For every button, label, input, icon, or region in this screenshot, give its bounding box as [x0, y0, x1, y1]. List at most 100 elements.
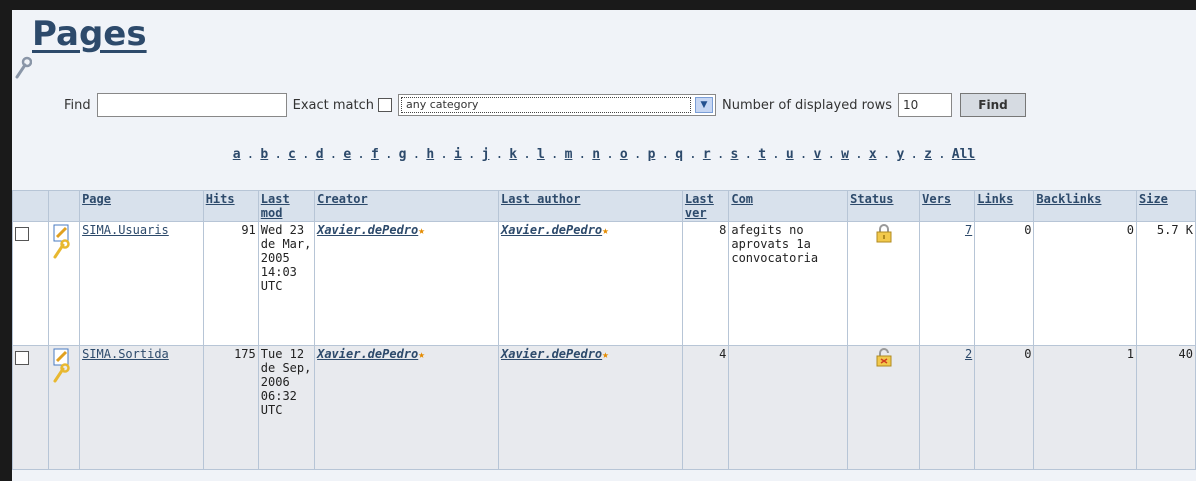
alphabet-separator: .	[523, 147, 531, 162]
alphabet-link-all[interactable]: All	[952, 147, 975, 162]
star-icon: ★	[602, 348, 609, 361]
row-select-cell	[12, 345, 50, 470]
find-input[interactable]	[96, 93, 287, 117]
com-cell	[728, 345, 849, 470]
star-icon: ★	[418, 224, 425, 237]
find-bar: Find Exact match any category ▼ Number o…	[64, 90, 1026, 120]
alphabet-separator: .	[495, 147, 504, 162]
header-last-ver[interactable]: Last ver	[681, 190, 730, 222]
vers-cell: 7	[919, 221, 976, 346]
alphabet-separator: .	[301, 147, 310, 162]
header-status[interactable]: Status	[847, 190, 921, 222]
alphabet-separator: .	[633, 147, 642, 162]
pages-table: Page Hits Last mod Creator Last author L…	[12, 190, 1196, 470]
alphabet-separator: .	[440, 147, 448, 162]
row-checkbox[interactable]	[15, 351, 29, 365]
exact-match-checkbox[interactable]	[378, 98, 393, 112]
alphabet-link-f[interactable]: f	[371, 147, 379, 162]
last-mod-cell: Wed 23 de Mar, 2005 14:03 UTC	[257, 221, 316, 346]
alphabet-link-x[interactable]: x	[869, 147, 877, 162]
edit-icon[interactable]	[51, 347, 73, 383]
chevron-down-icon[interactable]: ▼	[695, 97, 714, 113]
alphabet-separator: .	[246, 147, 255, 162]
header-last-author[interactable]: Last author	[498, 190, 683, 222]
table-header-row: Page Hits Last mod Creator Last author L…	[12, 190, 1196, 222]
size-cell: 5.7 K	[1136, 221, 1196, 346]
header-page[interactable]: Page	[79, 190, 204, 222]
page-link[interactable]: SIMA.Sortida	[82, 347, 169, 361]
alphabet-separator: .	[827, 147, 836, 162]
alphabet-separator: .	[578, 147, 587, 162]
last-ver-cell: 8	[681, 221, 730, 346]
status-cell	[847, 221, 921, 346]
last-author-cell: Xavier.dePedro★	[498, 221, 683, 346]
edit-icon[interactable]	[51, 223, 73, 259]
find-button[interactable]: Find	[960, 93, 1026, 117]
header-last-mod[interactable]: Last mod	[257, 190, 316, 222]
size-cell: 40	[1136, 345, 1196, 470]
alphabet-link-l[interactable]: l	[537, 147, 545, 162]
exact-match-label: Exact match	[292, 97, 375, 113]
versions-link[interactable]: 2	[965, 347, 972, 361]
row-actions-cell	[48, 345, 81, 470]
last-author-link[interactable]: Xavier.dePedro	[501, 347, 602, 361]
alphabet-link-z[interactable]: z	[924, 147, 932, 162]
header-links[interactable]: Links	[974, 190, 1035, 222]
rows-label: Number of displayed rows	[722, 97, 892, 113]
alphabet-link-w[interactable]: w	[841, 147, 849, 162]
backlinks-cell: 0	[1033, 221, 1137, 346]
alphabet-separator: .	[937, 147, 946, 162]
header-hits[interactable]: Hits	[202, 190, 259, 222]
header-size[interactable]: Size	[1136, 190, 1196, 222]
category-select[interactable]: any category ▼	[398, 94, 717, 116]
alphabet-link-i[interactable]: i	[454, 147, 462, 162]
header-com[interactable]: Com	[728, 190, 849, 222]
row-select-cell	[12, 221, 50, 346]
status-cell	[847, 345, 921, 470]
lock-closed-icon	[876, 224, 892, 243]
page-cell[interactable]: SIMA.Sortida	[79, 345, 204, 470]
row-checkbox[interactable]	[15, 227, 29, 241]
alphabet-link-e[interactable]: e	[343, 147, 351, 162]
header-creator[interactable]: Creator	[314, 190, 499, 222]
alphabet-link-h[interactable]: h	[426, 147, 434, 162]
hits-cell: 91	[202, 221, 259, 346]
alphabet-link-u[interactable]: u	[786, 147, 794, 162]
alphabet-link-c[interactable]: c	[288, 147, 296, 162]
com-cell: afegits no aprovats 1a convocatoria	[728, 221, 849, 346]
alphabet-link-t[interactable]: t	[758, 147, 766, 162]
versions-link[interactable]: 7	[965, 223, 972, 237]
alphabet-separator: .	[854, 147, 863, 162]
wrench-icon[interactable]	[14, 56, 32, 80]
creator-cell: Xavier.dePedro★	[314, 221, 499, 346]
page-link[interactable]: SIMA.Usuaris	[82, 223, 169, 237]
backlinks-cell: 1	[1033, 345, 1137, 470]
creator-link[interactable]: Xavier.dePedro	[317, 223, 418, 237]
last-author-cell: Xavier.dePedro★	[498, 345, 683, 470]
alphabet-link-n[interactable]: n	[592, 147, 600, 162]
alphabet-link-o[interactable]: o	[620, 147, 628, 162]
alphabet-separator: .	[689, 147, 697, 162]
alphabet-separator: .	[412, 147, 421, 162]
alphabet-separator: .	[744, 147, 753, 162]
alphabet-link-k[interactable]: k	[509, 147, 517, 162]
last-mod-cell: Tue 12 de Sep, 2006 06:32 UTC	[257, 345, 316, 470]
alphabet-link-q[interactable]: q	[675, 147, 683, 162]
last-author-link[interactable]: Xavier.dePedro	[501, 223, 602, 237]
last-ver-cell: 4	[681, 345, 730, 470]
find-label: Find	[64, 97, 91, 113]
creator-link[interactable]: Xavier.dePedro	[317, 347, 418, 361]
header-backlinks[interactable]: Backlinks	[1033, 190, 1137, 222]
header-vers[interactable]: Vers	[919, 190, 976, 222]
alphabet-link-a[interactable]: a	[233, 147, 241, 162]
lock-open-icon	[876, 348, 892, 367]
header-select	[12, 190, 50, 222]
alphabet-link-r[interactable]: r	[703, 147, 711, 162]
alphabet-separator: .	[882, 147, 891, 162]
alphabet-link-d[interactable]: d	[316, 147, 324, 162]
row-actions-cell	[48, 221, 81, 346]
page-title: Pages	[32, 14, 147, 54]
rows-input[interactable]: 10	[898, 93, 952, 117]
alphabet-separator: .	[329, 147, 338, 162]
page-cell[interactable]: SIMA.Usuaris	[79, 221, 204, 346]
